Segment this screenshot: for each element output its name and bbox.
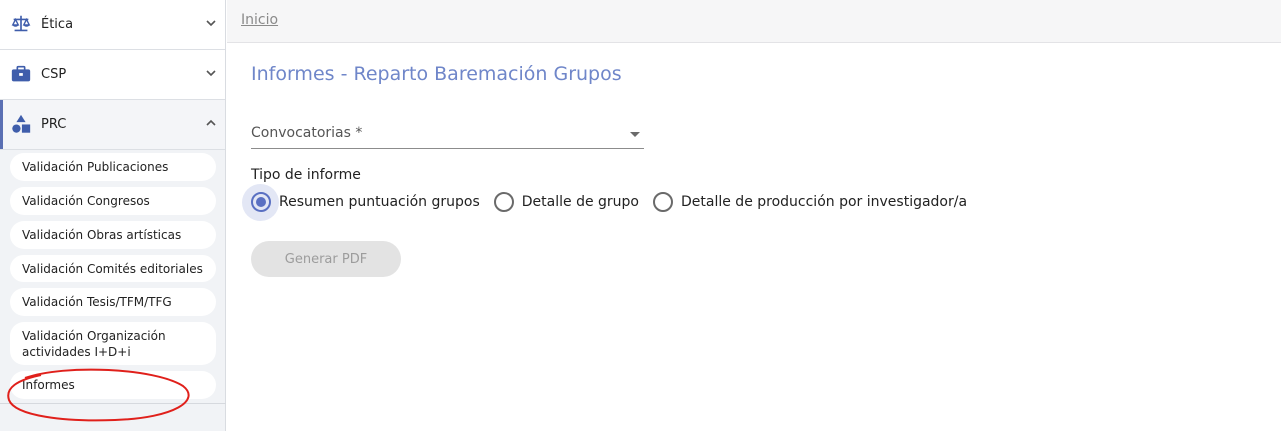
sidebar-item-etica[interactable]: Ética [0,0,225,50]
dropdown-arrow-icon [630,132,640,137]
page-title: Informes - Reparto Baremación Grupos [251,63,622,85]
radio-button[interactable] [493,192,514,212]
radio-detalle-de-grupo[interactable]: Detalle de grupo [493,184,639,221]
radio-button-checked[interactable] [250,192,271,212]
sidebar-item-label: Ética [41,17,74,32]
submenu-item-informes[interactable]: Informes [10,371,216,399]
submenu-item-validacion-congresos[interactable]: Validación Congresos [10,187,216,215]
prc-submenu: Validación Publicaciones Validación Cong… [0,150,225,399]
radio-dot [255,197,266,207]
sidebar-divider [0,403,226,404]
breadcrumb-inicio[interactable]: Inicio [241,12,278,28]
radio-button[interactable] [653,192,673,212]
radio-resumen-puntuacion-grupos[interactable]: Resumen puntuación grupos [242,183,480,221]
submenu-item-validacion-obras-artisticas[interactable]: Validación Obras artísticas [10,221,216,249]
tipo-informe-label: Tipo de informe [251,167,361,183]
submenu-item-validacion-organizacion-actividades[interactable]: Validación Organización actividades I+D+… [10,322,216,365]
chevron-up-icon [206,119,216,126]
radio-label: Detalle de grupo [521,194,639,210]
sidebar-item-label: PRC [41,117,67,132]
sidebar-item-prc[interactable]: PRC [0,100,225,150]
chevron-down-icon [206,70,216,77]
generar-pdf-button[interactable]: Generar PDF [251,241,401,277]
balance-scale-icon [11,15,31,32]
convocatorias-select[interactable]: Convocatorias * [251,121,644,149]
tipo-informe-radio-group: Resumen puntuación grupos Detalle de gru… [242,183,981,221]
shapes-icon [12,114,31,133]
radio-label: Detalle de producción por investigador/a [681,194,968,210]
radio-ripple [242,183,279,221]
chevron-down-icon [206,20,216,27]
radio-label: Resumen puntuación grupos [279,194,480,210]
submenu-item-validacion-tesis[interactable]: Validación Tesis/TFM/TFG [10,288,216,316]
briefcase-icon [11,65,31,82]
submenu-item-validacion-comites-editoriales[interactable]: Validación Comités editoriales [10,255,216,282]
top-bar: Inicio [227,0,1281,43]
convocatorias-label: Convocatorias * [251,125,363,141]
sidebar: Ética CSP PRC Validación Publicaciones V… [0,0,226,431]
sidebar-item-label: CSP [41,67,67,82]
sidebar-item-csp[interactable]: CSP [0,50,225,100]
radio-ripple [653,184,681,221]
radio-detalle-produccion-investigador[interactable]: Detalle de producción por investigador/a [653,184,967,221]
radio-ripple [493,184,522,221]
submenu-item-validacion-publicaciones[interactable]: Validación Publicaciones [10,153,216,181]
